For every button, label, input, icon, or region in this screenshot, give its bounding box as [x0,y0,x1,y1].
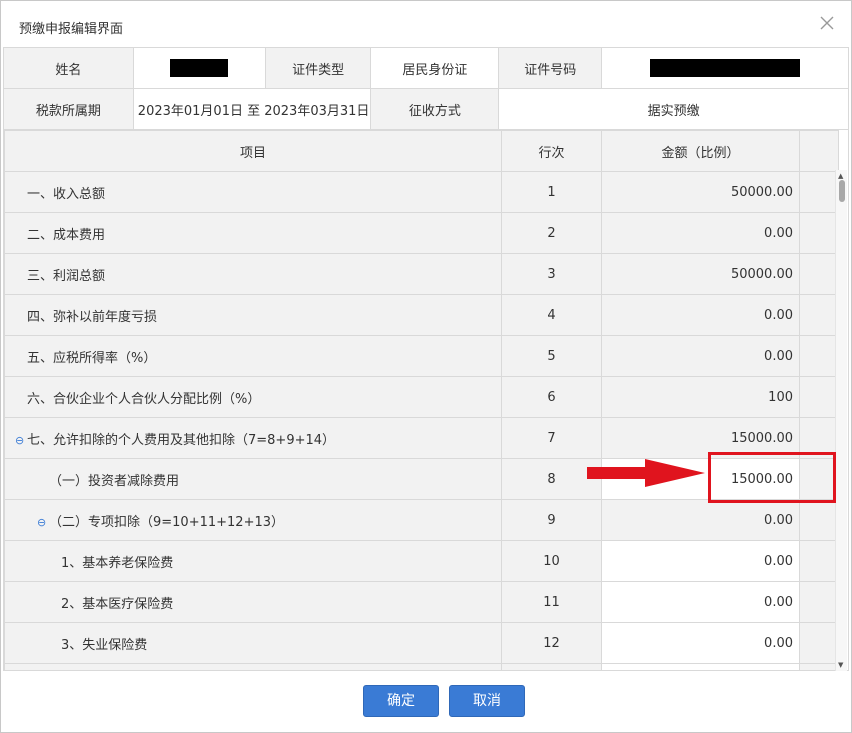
unemployment-insurance-input[interactable]: 0.00 [601,622,800,664]
table-row: 六、合伙企业个人合伙人分配比例（%） 6 100 [4,376,839,418]
row-item: 一、收入总额 [4,171,502,213]
confirm-button[interactable]: 确定 [363,685,439,717]
table-row: 五、应税所得率（%） 5 0.00 [4,335,839,377]
declaration-edit-dialog: 预缴申报编辑界面 姓名 证件类型 居民身份证 证件号码 税款所属期 2023年0… [0,0,852,733]
row-item-label: 七、允许扣除的个人费用及其他扣除（7=8+9+14） [27,432,336,448]
table-row: 2、基本医疗保险费 11 0.00 [4,581,839,623]
scroll-up-icon[interactable]: ▲ [838,172,843,180]
row-line: 4 [501,294,602,336]
row-line: 9 [501,499,602,541]
row-amount: 100 [601,376,800,418]
collection-method-value: 据实预缴 [498,88,849,130]
row-item: 三、利润总额 [4,253,502,295]
row-line: 1 [501,171,602,213]
row-amount: 50000.00 [601,253,800,295]
row-spacer [799,622,839,664]
highlight-box-annotation [708,452,836,503]
table-row: 1、基本养老保险费 10 0.00 [4,540,839,582]
row-item: 1、基本养老保险费 [4,540,502,582]
declaration-grid: 项目 行次 金额（比例） 一、收入总额 1 50000.00 二、成本费用 2 … [3,129,849,671]
table-row: 3、失业保险费 12 0.00 [4,622,839,664]
cancel-button[interactable]: 取消 [449,685,525,717]
column-header-item: 项目 [4,130,502,172]
row-amount: 0.00 [601,335,800,377]
row-spacer [799,581,839,623]
row-spacer [799,376,839,418]
row-line: 2 [501,212,602,254]
row-spacer [799,663,839,670]
row-line: 10 [501,540,602,582]
row-amount: 0.00 [601,499,800,541]
collection-method-label: 征收方式 [370,88,500,130]
row-line: 7 [501,417,602,459]
collapse-icon[interactable]: ⊖ [15,434,27,447]
row-line: 5 [501,335,602,377]
dialog-title: 预缴申报编辑界面 [19,22,124,37]
dialog-titlebar: 预缴申报编辑界面 [1,1,851,47]
period-label: 税款所属期 [3,88,134,130]
row-line: 12 [501,622,602,664]
row-line [501,663,602,670]
scroll-thumb[interactable] [839,180,845,202]
redacted-id-number [650,59,801,77]
table-row: 三、利润总额 3 50000.00 [4,253,839,295]
row-spacer [799,253,839,295]
table-row: 二、成本费用 2 0.00 [4,212,839,254]
row-item: ⊖ （二）专项扣除（9=10+11+12+13） [4,499,502,541]
redacted-name [170,59,229,77]
row-spacer [799,335,839,377]
row-amount: 50000.00 [601,171,800,213]
row-spacer [799,294,839,336]
table-row: ⊖ （二）专项扣除（9=10+11+12+13） 9 0.00 [4,499,839,541]
table-row [4,663,839,670]
name-value [132,47,266,89]
row-item: 六、合伙企业个人合伙人分配比例（%） [4,376,502,418]
table-row: 一、收入总额 1 50000.00 [4,171,839,213]
row-item: 3、失业保险费 [4,622,502,664]
row-item: ⊖ 七、允许扣除的个人费用及其他扣除（7=8+9+14） [4,417,502,459]
row-line: 11 [501,581,602,623]
row-spacer [799,499,839,541]
row-item: 五、应税所得率（%） [4,335,502,377]
red-arrow-annotation [587,459,705,487]
row-item: 2、基本医疗保险费 [4,581,502,623]
row-amount [601,663,800,670]
taxpayer-info-table: 姓名 证件类型 居民身份证 证件号码 税款所属期 2023年01月01日 至 2… [3,47,849,130]
dialog-footer: 确定 取消 [1,673,851,733]
collapse-icon[interactable]: ⊖ [37,516,49,529]
pension-insurance-input[interactable]: 0.00 [601,540,800,582]
close-icon[interactable] [817,13,837,33]
table-row: 四、弥补以前年度亏损 4 0.00 [4,294,839,336]
row-spacer [799,540,839,582]
id-type-label: 证件类型 [264,47,372,89]
period-value: 2023年01月01日 至 2023年03月31日 [132,88,372,130]
column-header-spacer [799,130,839,172]
row-line: 3 [501,253,602,295]
name-label: 姓名 [3,47,134,89]
row-amount: 0.00 [601,294,800,336]
id-number-value [601,47,849,89]
id-type-value: 居民身份证 [370,47,500,89]
scroll-down-icon[interactable]: ▼ [838,661,843,669]
row-spacer [799,212,839,254]
row-line: 6 [501,376,602,418]
row-amount: 0.00 [601,212,800,254]
row-item: 二、成本费用 [4,212,502,254]
column-header-amount: 金额（比例） [601,130,800,172]
row-spacer [799,171,839,213]
row-item: 四、弥补以前年度亏损 [4,294,502,336]
row-item: （一）投资者减除费用 [4,458,502,500]
id-number-label: 证件号码 [498,47,603,89]
row-item [4,663,502,670]
vertical-scrollbar[interactable]: ▲ ▼ [835,170,847,671]
row-item-label: （二）专项扣除（9=10+11+12+13） [49,514,285,530]
column-header-line: 行次 [501,130,602,172]
medical-insurance-input[interactable]: 0.00 [601,581,800,623]
